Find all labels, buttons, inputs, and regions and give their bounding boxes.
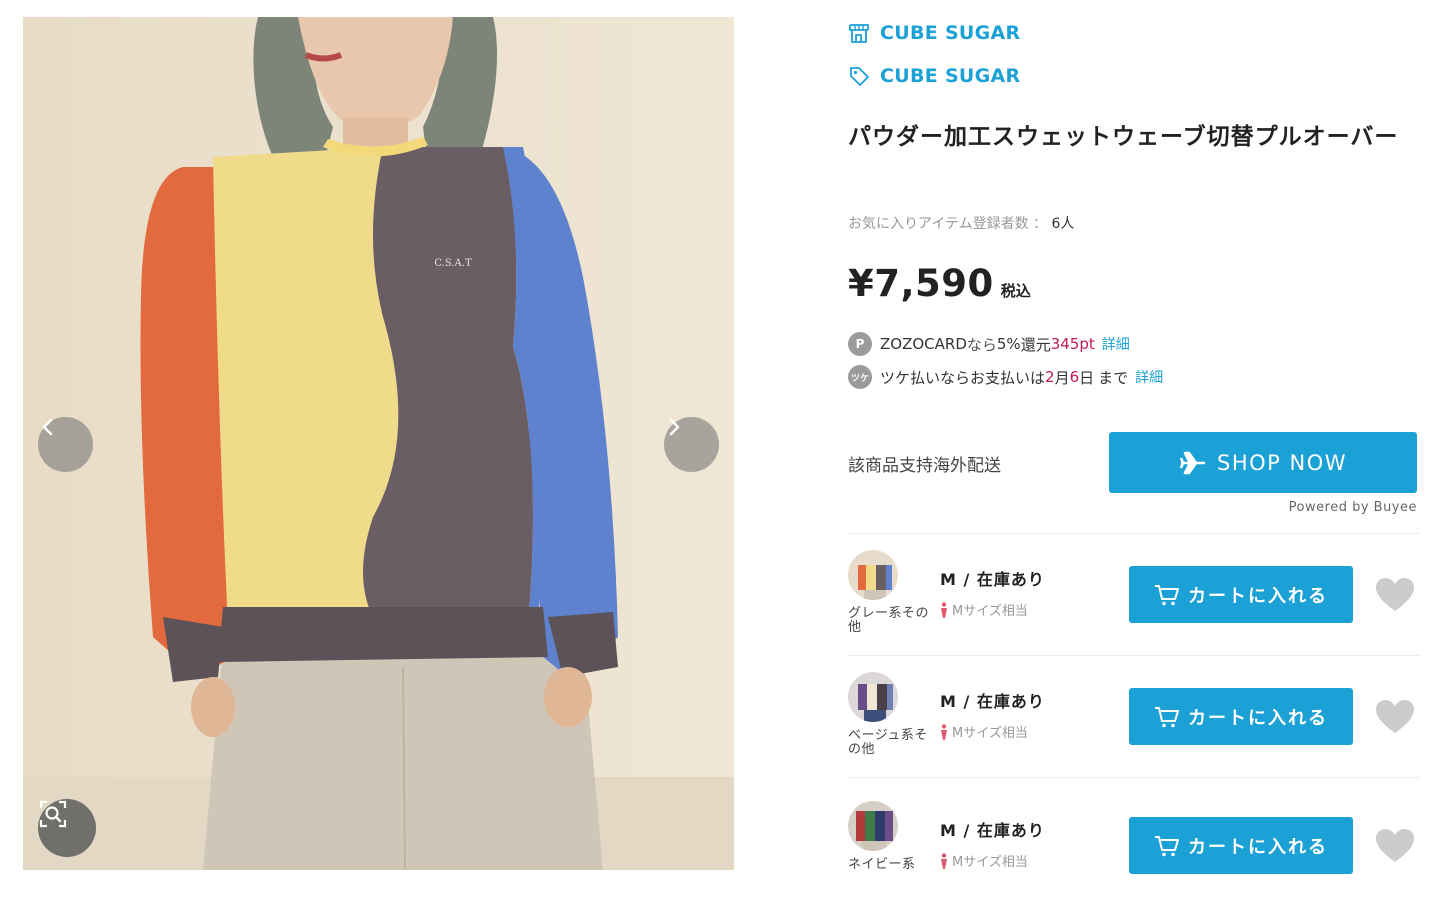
tag-icon <box>850 67 869 86</box>
divider <box>848 777 1420 778</box>
brand-link[interactable]: CUBE SUGAR <box>848 63 1021 89</box>
favorite-count: 6人 <box>1051 216 1075 232</box>
variant-size-stock: M / 在庫あり <box>940 570 1045 589</box>
variant-color: グレー系その他 <box>848 606 930 635</box>
tsuke-text-b: 月 <box>1054 368 1070 387</box>
price-line: ¥7,590 税込 <box>848 262 1031 305</box>
divider <box>848 533 1420 534</box>
tsuke-payment-row: ツケ ツケ払いならお支払いは 2 月 6 日まで 詳細 <box>848 365 1163 389</box>
cart-icon <box>1155 835 1179 856</box>
tsuke-badge-icon: ツケ <box>848 365 872 389</box>
zozocard-rate: 5% <box>996 335 1021 353</box>
zozocard-points-row: P ZOZOCARD なら 5% 還元 345pt 詳細 <box>848 332 1130 356</box>
favorite-count-line: お気に入りアイテム登録者数 ： 6人 <box>848 213 1074 233</box>
divider <box>848 655 1420 656</box>
favorite-heart-icon[interactable] <box>1375 828 1415 864</box>
variant-size-stock: M / 在庫あり <box>940 821 1045 840</box>
brand-name: CUBE SUGAR <box>880 65 1021 87</box>
person-icon <box>941 723 947 740</box>
add-to-cart-label: カートに入れる <box>1188 707 1328 729</box>
variant-thumbnail[interactable] <box>848 801 898 851</box>
add-to-cart-button[interactable]: カートに入れる <box>1129 566 1353 623</box>
variant-row: ベージュ系その他 M / 在庫あり Mサイズ相当 カートに入れる <box>848 672 1420 782</box>
variant-fit-label: Mサイズ相当 <box>952 726 1028 741</box>
chevron-left-icon <box>42 418 53 436</box>
variant-thumbnail-image <box>848 801 898 851</box>
shop-name: CUBE SUGAR <box>880 22 1021 44</box>
chevron-right-icon <box>669 418 680 436</box>
shop-link[interactable]: CUBE SUGAR <box>848 20 1021 46</box>
tax-label: 税込 <box>1000 282 1031 300</box>
overseas-shipping-label: 該商品支持海外配送 <box>848 456 1001 476</box>
points-badge-icon: P <box>848 332 872 356</box>
add-to-cart-label: カートに入れる <box>1188 836 1328 858</box>
tsuke-text-c: 日 <box>1079 368 1095 387</box>
zozocard-points: 345pt <box>1050 335 1095 353</box>
next-image-button[interactable] <box>664 417 719 472</box>
product-price: ¥7,590 <box>848 262 994 305</box>
variant-fit-label: Mサイズ相当 <box>952 604 1028 619</box>
variant-thumbnail-image <box>848 672 898 722</box>
cart-icon <box>1155 584 1179 605</box>
variant-thumbnail[interactable] <box>848 672 898 722</box>
favorite-heart-icon[interactable] <box>1375 699 1415 735</box>
airplane-icon <box>1179 451 1205 474</box>
zozocard-text-a: ZOZOCARD <box>880 335 967 353</box>
variant-thumbnail[interactable] <box>848 550 898 600</box>
variant-fit-label: Mサイズ相当 <box>952 855 1028 870</box>
tsuke-month: 2 <box>1045 368 1055 386</box>
favorite-count-label: お気に入りアイテム登録者数 ： <box>848 216 1052 232</box>
variant-fit: Mサイズ相当 <box>940 722 1028 741</box>
variant-color: ネイビー系 <box>848 857 916 872</box>
product-photo-illustration: C.S.A.T <box>23 17 734 870</box>
sweater-print-text: C.S.A.T <box>434 258 472 269</box>
favorite-heart-icon[interactable] <box>1375 577 1415 613</box>
variant-fit: Mサイズ相当 <box>940 600 1028 619</box>
variant-thumbnail-image <box>848 550 898 600</box>
variant-fit: Mサイズ相当 <box>940 851 1028 870</box>
product-image: C.S.A.T <box>23 17 734 870</box>
powered-by-buyee: Powered by Buyee <box>1288 500 1417 515</box>
cart-icon <box>1155 706 1179 727</box>
tsuke-day: 6 <box>1069 368 1080 386</box>
previous-image-button[interactable] <box>38 417 93 472</box>
zozocard-text-b: なら <box>966 335 997 354</box>
zozocard-detail-link[interactable]: 詳細 <box>1102 334 1130 354</box>
shop-icon <box>849 24 869 43</box>
person-icon <box>941 601 947 618</box>
product-title: パウダー加工スウェットウェーブ切替プルオーバー <box>848 124 1399 150</box>
zozocard-text-d: 還元 <box>1020 335 1051 354</box>
add-to-cart-button[interactable]: カートに入れる <box>1129 688 1353 745</box>
person-icon <box>941 852 947 869</box>
variant-row: グレー系その他 M / 在庫あり Mサイズ相当 カートに入れる <box>848 550 1420 660</box>
variant-row: ネイビー系 M / 在庫あり Mサイズ相当 カートに入れる <box>848 801 1420 911</box>
image-search-icon <box>39 800 67 828</box>
add-to-cart-label: カートに入れる <box>1188 585 1328 607</box>
variant-size-stock: M / 在庫あり <box>940 692 1045 711</box>
tsuke-detail-link[interactable]: 詳細 <box>1135 367 1163 387</box>
add-to-cart-button[interactable]: カートに入れる <box>1129 817 1353 874</box>
variant-color: ベージュ系その他 <box>848 728 928 757</box>
tsuke-text-a: ツケ払いならお支払いは <box>880 368 1046 387</box>
shop-now-label: SHOP NOW <box>1217 450 1347 475</box>
tsuke-text-d: まで <box>1098 368 1129 387</box>
image-search-button[interactable] <box>38 799 96 857</box>
shop-now-button[interactable]: SHOP NOW <box>1109 432 1417 493</box>
